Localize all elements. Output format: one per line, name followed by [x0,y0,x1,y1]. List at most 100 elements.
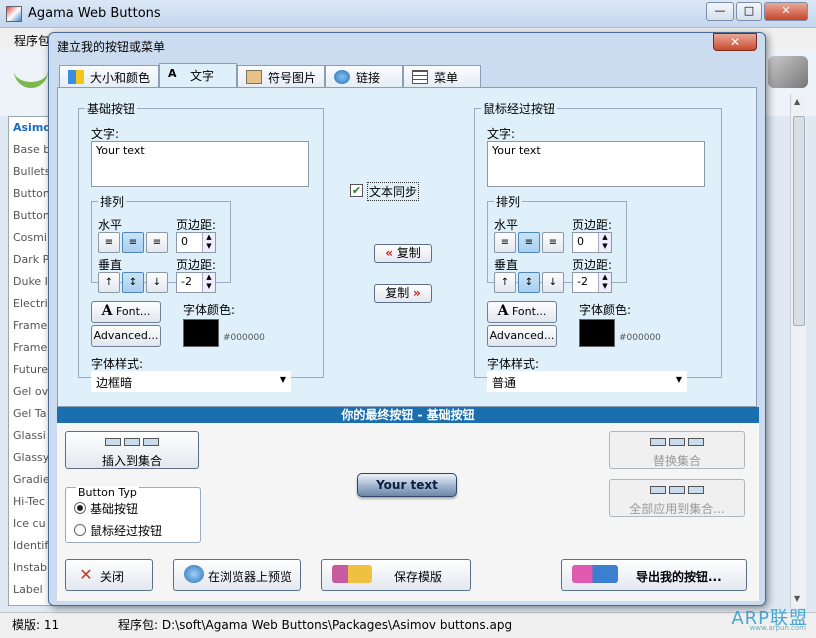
base-font-button[interactable]: A Font... [91,301,161,323]
list-item[interactable]: Base b [9,139,51,161]
tab-symbol-image[interactable]: 符号图片 [237,65,325,87]
list-item[interactable]: Hi-Tec [9,491,51,513]
horizontal-margin-input[interactable]: 0 ▲ ▼ [572,232,612,253]
list-item[interactable]: Cosmi [9,227,51,249]
copy-right-button[interactable]: 复制 » [374,284,432,303]
list-item[interactable]: Frame [9,337,51,359]
base-style-select[interactable]: 边框暗 ▼ [91,371,291,392]
list-item[interactable]: Dark P [9,249,51,271]
font-icon: A [497,303,509,319]
radio-hover-button[interactable] [74,524,86,536]
list-item[interactable]: Duke I [9,271,51,293]
scroll-down-icon[interactable]: ▼ [794,594,800,603]
tab-text[interactable]: A 文字 [159,63,237,88]
align-top-icon[interactable]: ↑ [494,272,516,293]
package-list[interactable]: Asimo Base b Bullets Button Button Cosmi… [8,116,52,606]
list-item[interactable]: Identif [9,535,51,557]
list-item[interactable]: Gel Ta [9,403,51,425]
maximize-button[interactable]: □ [736,2,762,21]
vertical-margin-input[interactable]: -2 ▲ ▼ [572,272,612,293]
base-color-swatch[interactable] [183,319,219,347]
replace-set-button[interactable]: 替换集合 [609,431,745,469]
watermark: ARP联盟 www.arpun.com [731,604,808,632]
preview-in-browser-button[interactable]: 在浏览器上预览 [173,559,301,591]
menu-packages[interactable]: 程序包 [14,32,50,49]
menu-icon [412,70,428,84]
list-item[interactable]: Glassy [9,447,51,469]
minimize-button[interactable]: — [706,2,734,21]
select-value: 边框暗 [96,376,133,390]
image-icon [246,70,262,84]
radio-base-button[interactable] [74,502,86,514]
insert-to-set-button[interactable]: 插入到集合 [65,431,199,469]
align-middle-icon[interactable]: ↕ [122,272,144,293]
list-item[interactable]: Glassi [9,425,51,447]
tab-menu[interactable]: 菜单 [403,65,481,87]
close-button[interactable]: ✕ 关闭 [65,559,153,591]
align-middle-icon[interactable]: ↕ [518,272,540,293]
vertical-margin-input[interactable]: -2 ▲ ▼ [176,272,216,293]
list-item[interactable]: Bullets [9,161,51,183]
horizontal-label: 水平 [98,218,123,232]
chevron-down-icon: ▼ [279,375,286,384]
align-right-icon[interactable]: ≡ [146,232,168,253]
tab-link[interactable]: 链接 [325,65,403,87]
align-top-icon[interactable]: ↑ [98,272,120,293]
base-text-input[interactable]: Your text [91,141,309,187]
margin-label: 页边距: [572,218,613,232]
horizontal-margin-input[interactable]: 0 ▲ ▼ [176,232,216,253]
hover-font-button[interactable]: A Font... [487,301,557,323]
list-item[interactable]: Button [9,183,51,205]
export-icon [572,565,618,583]
spin-arrows-icon[interactable]: ▲ ▼ [598,233,611,252]
hover-group-title: 鼠标经过按钮 [483,102,556,116]
base-advanced-button[interactable]: Advanced... [91,325,161,347]
tab-size-color[interactable]: 大小和颜色 [59,65,159,87]
list-item[interactable]: Electri [9,293,51,315]
sync-text-checkbox[interactable]: ✔ [350,184,363,197]
replace-label: 替换集合 [652,454,701,468]
align-bottom-icon[interactable]: ↓ [542,272,564,293]
hover-style-select[interactable]: 普通 ▼ [487,371,687,392]
list-item[interactable]: Future [9,359,51,381]
base-text-label: 文字: [91,127,120,141]
apply-all-button[interactable]: 全部应用到集合... [609,479,745,517]
hover-style-label: 字体样式: [487,357,540,371]
align-right-icon[interactable]: ≡ [542,232,564,253]
list-item[interactable]: Button [9,205,51,227]
list-item[interactable]: Label [9,579,51,601]
copy-left-button[interactable]: « 复制 [374,244,432,263]
spin-arrows-icon[interactable]: ▲ ▼ [202,233,215,252]
main-scrollbar[interactable]: ▲ ▼ [790,94,806,608]
hover-advanced-button[interactable]: Advanced... [487,325,557,347]
scroll-thumb[interactable] [793,116,805,326]
button-preview[interactable]: Your text [357,473,457,497]
save-template-button[interactable]: 保存模版 [321,559,471,591]
list-item[interactable]: Frame [9,315,51,337]
align-center-icon[interactable]: ≡ [518,232,540,253]
hover-color-swatch[interactable] [579,319,615,347]
scroll-up-icon[interactable]: ▲ [794,97,800,106]
align-center-icon[interactable]: ≡ [122,232,144,253]
list-item[interactable]: Asimo [9,117,51,139]
insert-label: 插入到集合 [101,454,162,468]
close-window-button[interactable]: ✕ [764,2,808,21]
dialog-close-button[interactable]: ✕ [713,33,757,51]
list-item[interactable]: Ice cu [9,513,51,535]
align-left-icon[interactable]: ≡ [494,232,516,253]
spin-arrows-icon[interactable]: ▲ ▼ [202,273,215,292]
button-type-title: Button Typ [76,486,139,499]
arrow-left-icon: « [385,246,393,260]
tab-bar: 大小和颜色 A 文字 符号图片 链接 菜单 [59,63,481,88]
list-item[interactable]: Gel ov [9,381,51,403]
apply-all-label: 全部应用到集合... [629,502,725,516]
base-color-label: 字体颜色: [183,303,236,317]
align-left-icon[interactable]: ≡ [98,232,120,253]
export-buttons-button[interactable]: 导出我的按钮... [561,559,747,591]
list-item[interactable]: Gradie [9,469,51,491]
tools-icon[interactable] [768,56,808,88]
spin-arrows-icon[interactable]: ▲ ▼ [598,273,611,292]
align-bottom-icon[interactable]: ↓ [146,272,168,293]
list-item[interactable]: Instab [9,557,51,579]
hover-text-input[interactable]: Your text [487,141,705,187]
